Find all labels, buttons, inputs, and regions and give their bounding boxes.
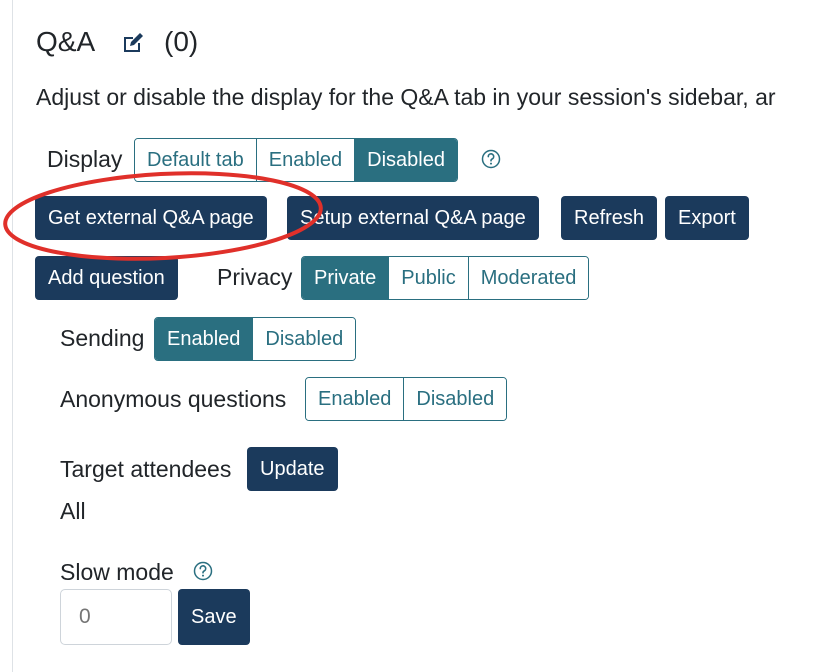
privacy-option-moderated[interactable]: Moderated (468, 257, 589, 299)
anonymous-toggle-group: Enabled Disabled (305, 377, 508, 421)
slow-mode-label: Slow mode (60, 559, 174, 585)
target-attendees-label: Target attendees (60, 456, 232, 482)
display-option-disabled[interactable]: Disabled (355, 139, 457, 181)
display-option-default-tab[interactable]: Default tab (135, 139, 257, 181)
export-button[interactable]: Export (665, 196, 749, 240)
help-icon[interactable] (481, 149, 501, 169)
add-question-button[interactable]: Add question (35, 256, 178, 300)
privacy-toggle-group: Private Public Moderated (301, 256, 590, 300)
target-attendees-value: All (60, 498, 86, 524)
privacy-label: Privacy (217, 264, 293, 290)
refresh-button[interactable]: Refresh (561, 196, 658, 240)
update-button[interactable]: Update (247, 447, 338, 491)
anonymous-option-enabled[interactable]: Enabled (306, 378, 405, 420)
display-label: Display (47, 146, 123, 172)
display-option-enabled[interactable]: Enabled (256, 139, 356, 181)
edit-icon[interactable] (121, 31, 145, 55)
anonymous-questions-label: Anonymous questions (60, 386, 287, 412)
sending-label: Sending (60, 325, 145, 351)
help-icon[interactable] (193, 561, 213, 581)
get-external-qa-page-button[interactable]: Get external Q&A page (35, 196, 267, 240)
setup-external-qa-page-button[interactable]: Setup external Q&A page (287, 196, 539, 240)
privacy-option-public[interactable]: Public (389, 257, 469, 299)
sending-toggle-group: Enabled Disabled (154, 317, 357, 361)
section-description: Adjust or disable the display for the Q&… (36, 84, 776, 110)
question-count: (0) (164, 26, 199, 57)
save-button[interactable]: Save (178, 589, 250, 645)
panel-border (12, 0, 13, 672)
display-toggle-group: Default tab Enabled Disabled (134, 138, 458, 182)
section-title: Q&A (36, 26, 96, 57)
sending-option-disabled[interactable]: Disabled (253, 318, 356, 360)
privacy-option-private[interactable]: Private (302, 257, 390, 299)
anonymous-option-disabled[interactable]: Disabled (404, 378, 507, 420)
slow-mode-input[interactable] (60, 589, 172, 645)
sending-option-enabled[interactable]: Enabled (155, 318, 254, 360)
